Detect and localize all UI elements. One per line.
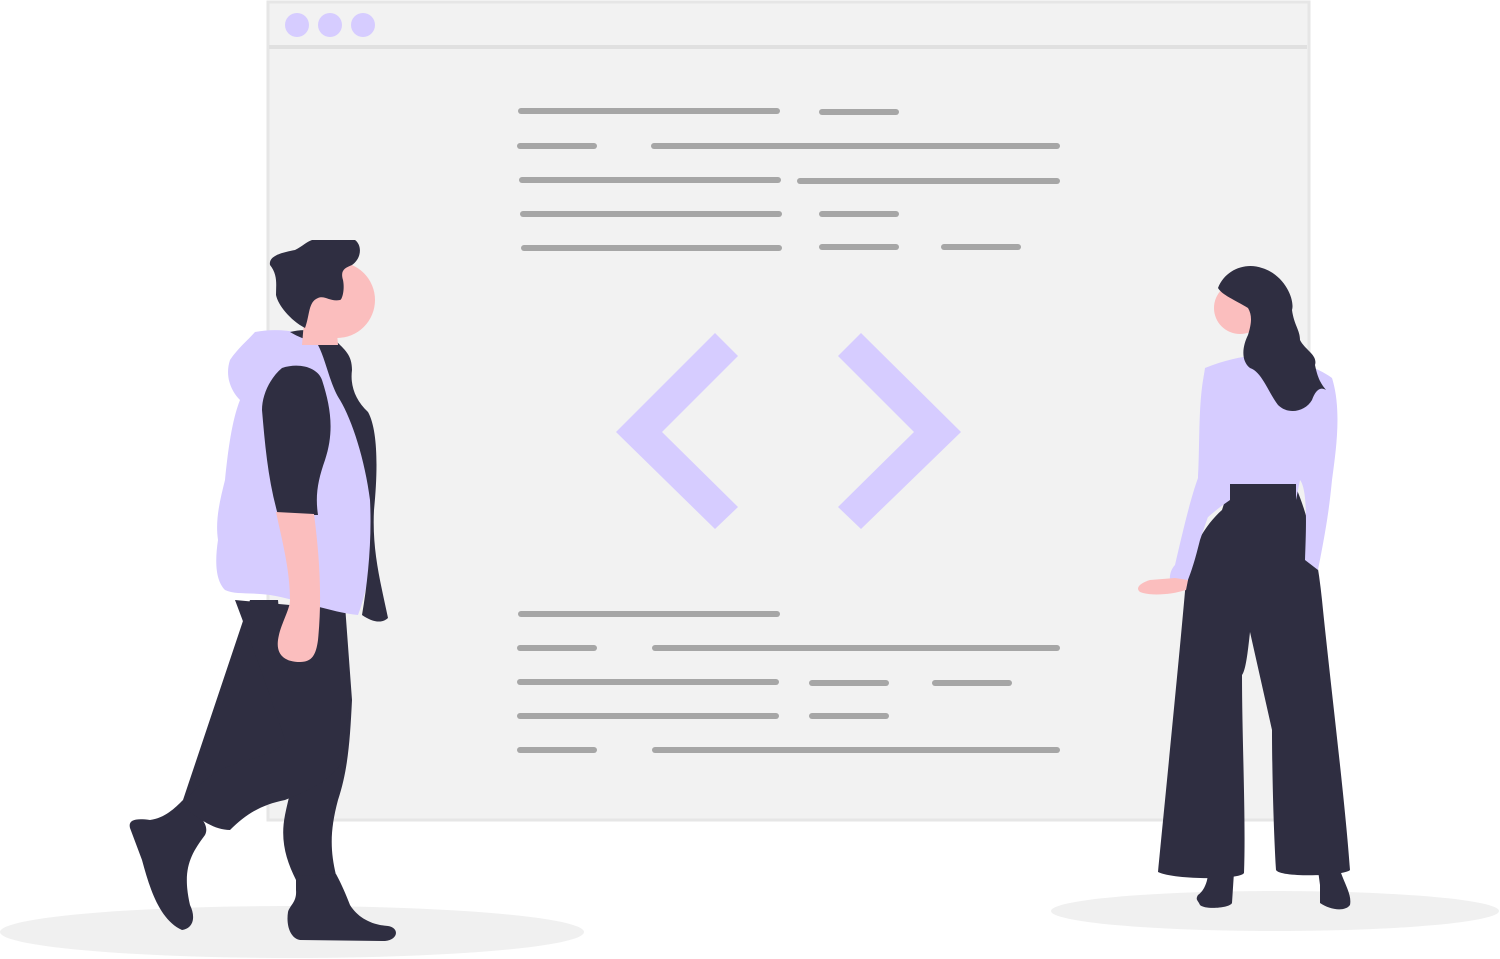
- browser-window: [266, 0, 1311, 822]
- illustration-svg: [0, 0, 1499, 958]
- woman-right-shoe: [1318, 870, 1351, 910]
- woman-waistband: [1230, 484, 1296, 502]
- control-dot-2: [318, 13, 342, 37]
- control-dot-1: [285, 13, 309, 37]
- control-dot-3: [351, 13, 375, 37]
- illustration-stage: coding-illustration: [0, 0, 1500, 959]
- browser-window-frame: [266, 0, 1311, 822]
- woman-ground-shadow: [1051, 891, 1499, 931]
